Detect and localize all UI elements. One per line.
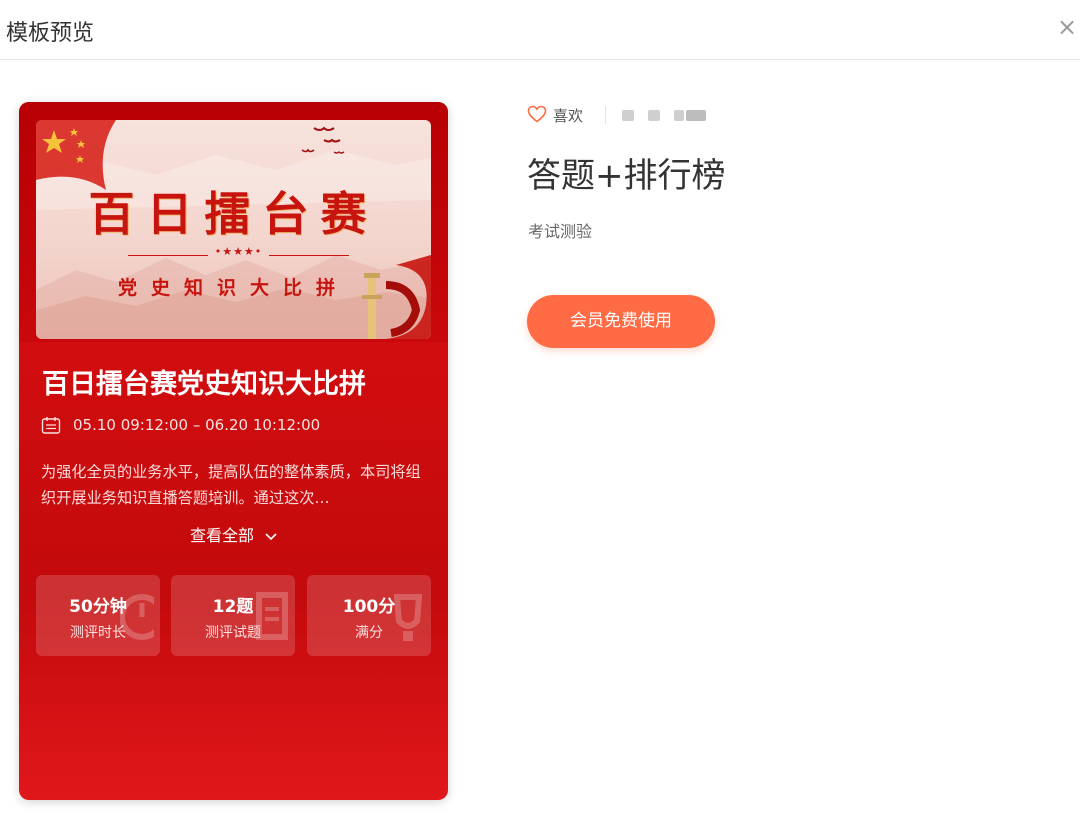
stat-label: 测评试题 xyxy=(205,625,261,641)
ribbon-emblem-icon xyxy=(362,255,431,339)
template-category: 考试测验 xyxy=(528,222,593,241)
chevron-down-icon xyxy=(265,532,277,540)
stat-label: 满分 xyxy=(355,625,383,641)
stat-full-score: 100分 满分 xyxy=(307,575,431,656)
close-icon[interactable]: × xyxy=(1054,14,1080,40)
event-description: 为强化全员的业务水平，提高队伍的整体素质，本司将组织开展业务知识直播答题培训。通… xyxy=(41,463,421,507)
stat-value: 100分 xyxy=(342,597,396,617)
event-title: 百日擂台赛党史知识大比拼 xyxy=(42,369,366,400)
event-banner: 百日擂台赛 •★★★• 党史知识大比拼 xyxy=(36,120,431,339)
stat-label: 测评时长 xyxy=(70,625,126,641)
template-title: 答题+排行榜 xyxy=(527,156,726,196)
divider xyxy=(605,106,606,124)
birds-icon xyxy=(301,126,345,154)
modal-header: 模板预览 × xyxy=(0,0,1080,60)
stat-value: 12题 xyxy=(212,597,254,617)
modal-title: 模板预览 xyxy=(6,21,95,46)
banner-headline: 百日擂台赛 xyxy=(88,187,379,241)
use-template-button[interactable]: 会员免费使用 xyxy=(527,295,715,348)
like-label[interactable]: 喜欢 xyxy=(553,105,583,126)
stats-row: 50分钟 测评时长 12题 测评试题 100分 满分 xyxy=(36,575,431,656)
heart-icon[interactable] xyxy=(527,105,547,123)
date-range: 05.10 09:12:00 – 06.20 10:12:00 xyxy=(73,416,321,434)
view-all-label: 查看全部 xyxy=(189,526,254,545)
stat-value: 50分钟 xyxy=(69,597,127,617)
view-all-link[interactable]: 查看全部 xyxy=(19,522,448,546)
divider-stars: •★★★• xyxy=(214,245,263,258)
stat-duration: 50分钟 测评时长 xyxy=(36,575,160,656)
template-preview-card: 百日擂台赛 •★★★• 党史知识大比拼 百日擂台赛党史知识大比拼 05.10 0… xyxy=(19,102,448,800)
calendar-icon xyxy=(41,417,61,434)
stat-questions: 12题 测评试题 xyxy=(171,575,295,656)
blurred-author xyxy=(622,110,706,121)
